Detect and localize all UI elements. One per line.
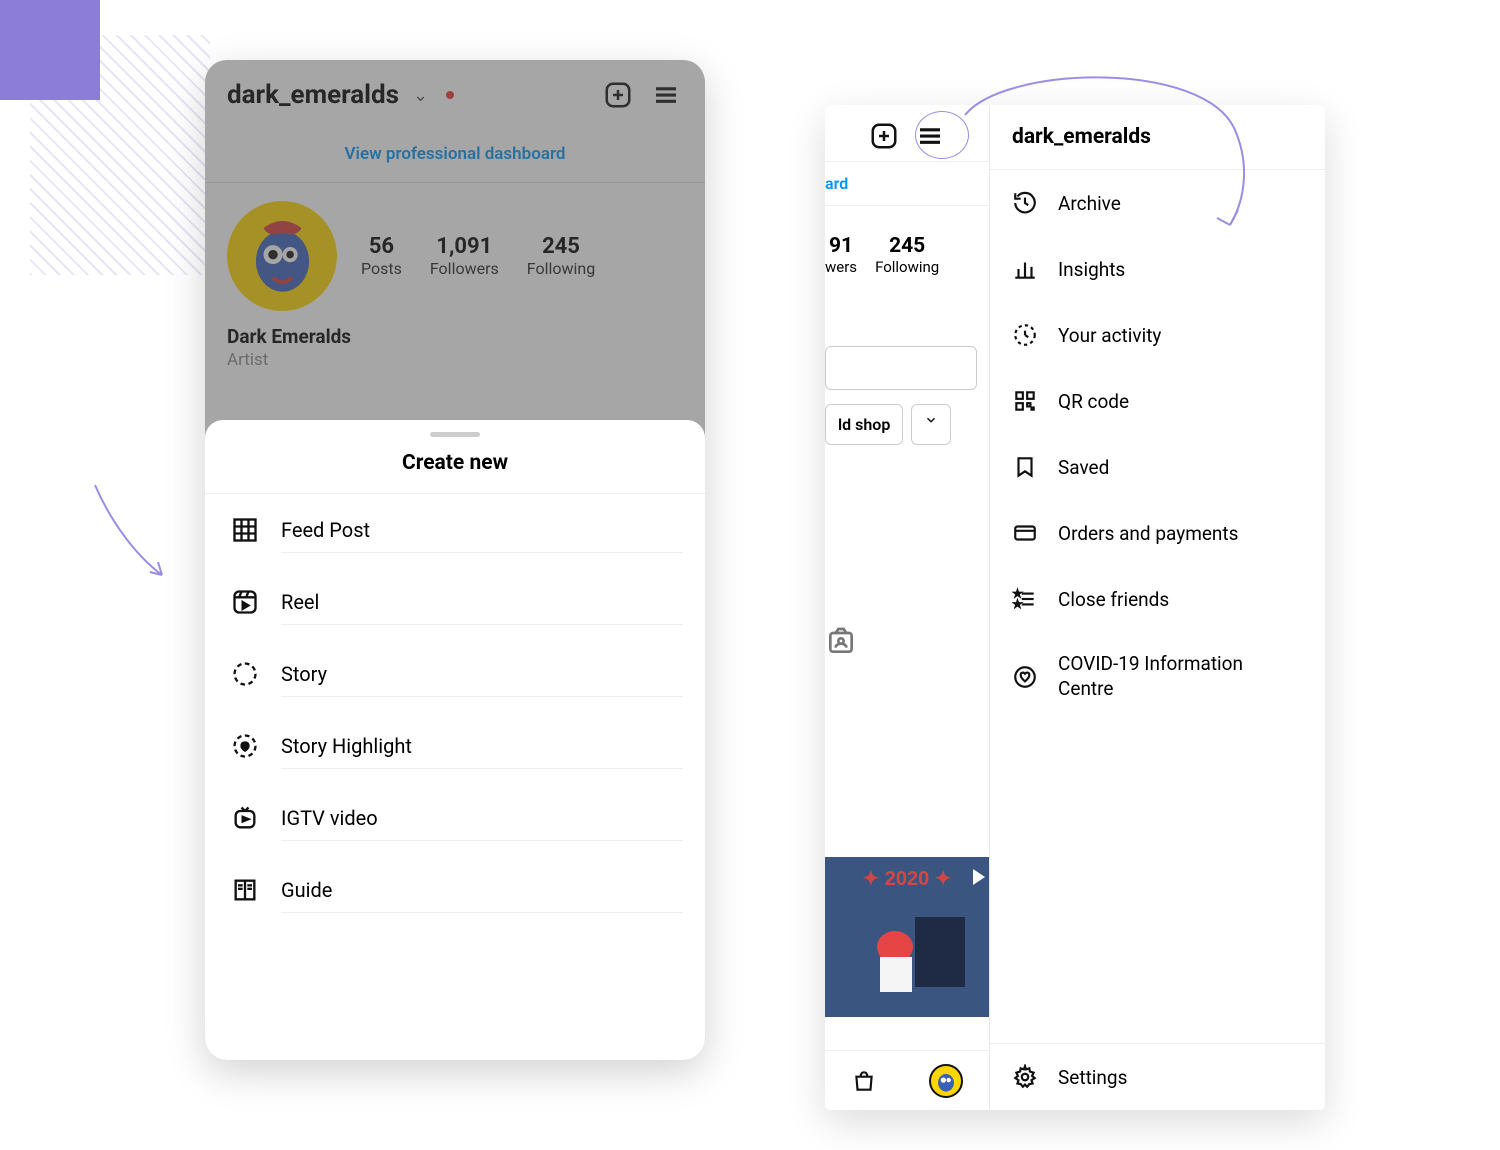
create-button[interactable] bbox=[601, 78, 635, 112]
side-menu-panel: dark_emeralds Archive Insights Your acti… bbox=[990, 105, 1325, 1110]
arrow-annotation-right bbox=[945, 70, 1255, 250]
sheet-title: Create new bbox=[205, 451, 705, 494]
menu-item-qr[interactable]: QR code bbox=[990, 368, 1325, 434]
decorative-square-purple bbox=[0, 0, 100, 100]
professional-dashboard-link[interactable]: View professional dashboard bbox=[205, 126, 705, 183]
sheet-item-igtv[interactable]: IGTV video bbox=[205, 782, 705, 854]
arrow-annotation-left bbox=[80, 480, 180, 590]
avatar[interactable] bbox=[227, 201, 337, 311]
menu-item-close-friends[interactable]: ★★ Close friends bbox=[990, 566, 1325, 632]
profile-background-partial: ard 91 wers 245 Following ld shop ✦ bbox=[825, 105, 990, 1110]
card-icon bbox=[1012, 520, 1038, 546]
heart-info-icon bbox=[1012, 664, 1038, 690]
sheet-item-story[interactable]: Story bbox=[205, 638, 705, 710]
svg-text:✦ 2020 ✦: ✦ 2020 ✦ bbox=[862, 868, 951, 890]
svg-text:★: ★ bbox=[1014, 600, 1021, 609]
followers-stat[interactable]: 1,091 Followers bbox=[430, 234, 499, 278]
following-stat[interactable]: 245 Following bbox=[875, 234, 939, 276]
svg-text:★: ★ bbox=[1014, 589, 1021, 598]
insights-icon bbox=[1012, 256, 1038, 282]
hamburger-menu-button[interactable] bbox=[915, 121, 945, 151]
activity-icon bbox=[1012, 322, 1038, 348]
create-new-sheet: Create new Feed Post Reel Story bbox=[205, 420, 705, 1060]
guide-icon bbox=[231, 876, 259, 904]
grid-icon bbox=[231, 516, 259, 544]
username-label[interactable]: dark_emeralds bbox=[227, 80, 399, 110]
menu-item-orders[interactable]: Orders and payments bbox=[990, 500, 1325, 566]
profile-stats-row: 56 Posts 1,091 Followers 245 Following bbox=[205, 183, 705, 321]
qr-icon bbox=[1012, 388, 1038, 414]
add-shop-button-partial[interactable]: ld shop bbox=[825, 404, 903, 445]
sheet-item-reel[interactable]: Reel bbox=[205, 566, 705, 638]
sheet-handle[interactable] bbox=[430, 432, 480, 437]
bottom-nav-partial bbox=[825, 1050, 989, 1110]
mobile-screen-create-sheet: dark_emeralds ⌄ View professional dashbo… bbox=[205, 60, 705, 1060]
hamburger-menu-button[interactable] bbox=[649, 78, 683, 112]
posts-stat[interactable]: 56 Posts bbox=[361, 234, 402, 278]
post-thumbnail[interactable]: ✦ 2020 ✦ bbox=[825, 857, 990, 1017]
menu-item-covid[interactable]: COVID-19 Information Centre bbox=[990, 632, 1325, 721]
followers-stat-partial[interactable]: 91 wers bbox=[825, 234, 857, 276]
chevron-down-button[interactable] bbox=[911, 404, 951, 445]
create-button[interactable] bbox=[869, 121, 899, 151]
profile-tab-avatar[interactable] bbox=[929, 1064, 963, 1098]
menu-item-settings[interactable]: Settings bbox=[990, 1043, 1325, 1110]
reel-icon bbox=[231, 588, 259, 616]
menu-item-saved[interactable]: Saved bbox=[990, 434, 1325, 500]
notification-dot-icon bbox=[446, 91, 454, 99]
tagged-tab-icon[interactable] bbox=[825, 445, 989, 657]
display-name-label: Dark Emeralds bbox=[227, 325, 683, 348]
chevron-down-icon[interactable]: ⌄ bbox=[413, 85, 428, 106]
mobile-screen-side-menu: ard 91 wers 245 Following ld shop ✦ bbox=[825, 105, 1325, 1110]
story-icon bbox=[231, 660, 259, 688]
bio-role-label: Artist bbox=[227, 350, 683, 370]
shop-tab-icon[interactable] bbox=[851, 1068, 877, 1094]
story-highlight-icon bbox=[231, 732, 259, 760]
sheet-item-feed-post[interactable]: Feed Post bbox=[205, 494, 705, 566]
igtv-icon bbox=[231, 804, 259, 832]
sheet-item-story-highlight[interactable]: Story Highlight bbox=[205, 710, 705, 782]
settings-icon bbox=[1012, 1064, 1038, 1090]
saved-icon bbox=[1012, 454, 1038, 480]
profile-header: dark_emeralds ⌄ bbox=[205, 60, 705, 126]
profile-name-section: Dark Emeralds Artist bbox=[205, 321, 705, 370]
sheet-item-guide[interactable]: Guide bbox=[205, 854, 705, 926]
menu-item-activity[interactable]: Your activity bbox=[990, 302, 1325, 368]
close-friends-icon: ★★ bbox=[1012, 586, 1038, 612]
following-stat[interactable]: 245 Following bbox=[527, 234, 595, 278]
